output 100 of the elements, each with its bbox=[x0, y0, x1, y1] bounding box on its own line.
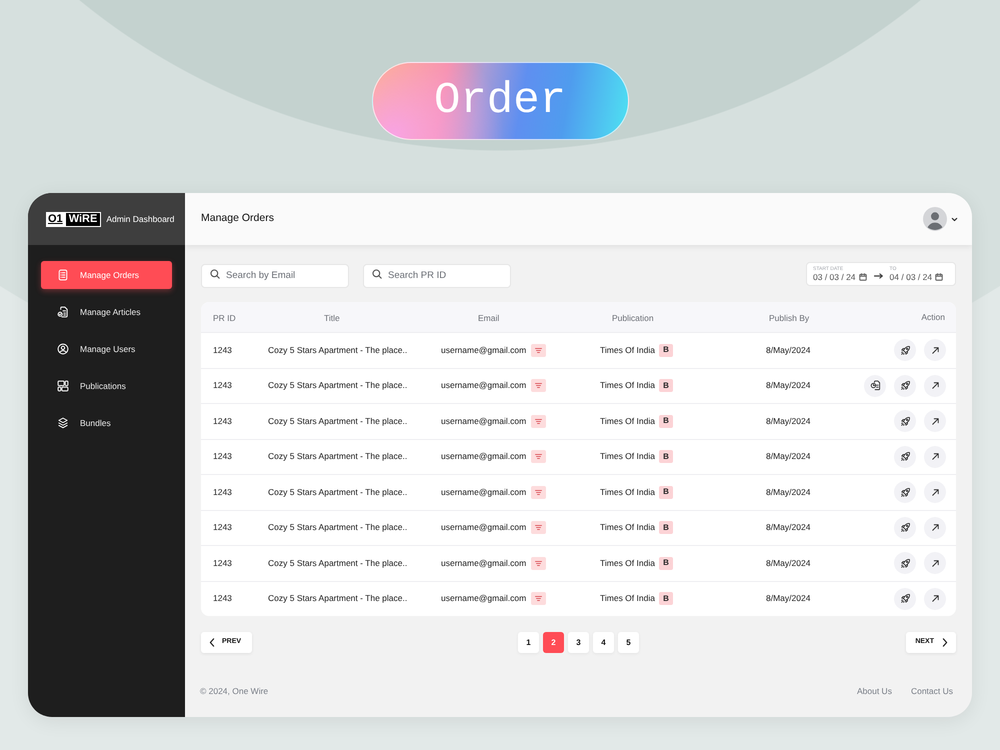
filter-icon bbox=[531, 486, 546, 499]
chevron-left-icon bbox=[209, 638, 215, 647]
page-title: Manage Orders bbox=[201, 211, 274, 226]
pr-id-cell: 1243 bbox=[213, 416, 232, 426]
search-icon bbox=[210, 269, 220, 279]
calendar-icon bbox=[858, 273, 867, 281]
open-button[interactable] bbox=[924, 374, 946, 397]
date-cell: 8/May/2024 bbox=[766, 558, 810, 568]
page-button[interactable]: 3 bbox=[568, 632, 589, 653]
email-search-field[interactable]: Search by Email bbox=[201, 264, 349, 288]
open-button[interactable] bbox=[924, 516, 946, 539]
column-header: Action bbox=[921, 310, 945, 324]
rocket-icon bbox=[900, 380, 910, 392]
rocket-icon bbox=[900, 451, 910, 462]
layers-icon bbox=[57, 417, 69, 429]
page-button[interactable]: 1 bbox=[518, 632, 539, 653]
user-circle-icon bbox=[57, 343, 69, 355]
date-cell: 8/May/2024 bbox=[766, 593, 810, 604]
publish-button[interactable] bbox=[894, 446, 916, 468]
letter-badge: B bbox=[658, 379, 673, 392]
page-button[interactable]: 4 bbox=[593, 632, 614, 653]
letter-badge: B bbox=[658, 414, 673, 428]
footer-link[interactable]: Contact Us bbox=[910, 685, 953, 698]
arrow-up-right-icon bbox=[930, 416, 940, 427]
title-cell: Cozy 5 Stars Apartment - The place.. bbox=[268, 522, 408, 532]
date-cell: 8/May/2024 bbox=[766, 416, 810, 426]
pr-id-cell: 1243 bbox=[213, 344, 232, 355]
document-check-icon bbox=[57, 306, 69, 318]
date-cell: 8/May/2024 bbox=[766, 344, 810, 355]
page-button[interactable]: 5 bbox=[618, 632, 639, 653]
rocket-icon bbox=[900, 522, 910, 534]
title-cell: Cozy 5 Stars Apartment - The place.. bbox=[268, 558, 408, 568]
publish-button[interactable] bbox=[894, 410, 916, 432]
sidebar-item[interactable]: Manage Users bbox=[41, 335, 172, 363]
rocket-icon bbox=[900, 416, 910, 427]
arrow-up-right-icon bbox=[930, 344, 940, 356]
rocket-icon bbox=[900, 486, 910, 498]
search-icon bbox=[372, 269, 382, 279]
rocket-icon bbox=[900, 558, 910, 569]
title-cell: Cozy 5 Stars Apartment - The place.. bbox=[268, 344, 408, 355]
email-cell: username@gmail.com bbox=[441, 592, 526, 606]
title-cell: Cozy 5 Stars Apartment - The place.. bbox=[268, 593, 408, 604]
column-header: Publish By bbox=[769, 313, 810, 323]
publication-cell: Times Of India bbox=[600, 592, 655, 606]
date-value: 04 / 03 / 24 bbox=[890, 272, 932, 282]
email-cell: username@gmail.com bbox=[441, 450, 526, 464]
open-button[interactable] bbox=[924, 446, 946, 468]
filter-icon bbox=[531, 379, 546, 392]
column-header: Email bbox=[478, 313, 500, 323]
publication-cell: Times Of India bbox=[600, 344, 655, 357]
layout-grid-icon bbox=[57, 380, 69, 392]
filter-icon bbox=[531, 414, 546, 428]
letter-badge: B bbox=[658, 556, 673, 570]
letter-badge: B bbox=[658, 344, 673, 357]
email-cell: username@gmail.com bbox=[441, 521, 526, 534]
title-cell: Cozy 5 Stars Apartment - The place.. bbox=[268, 416, 408, 426]
report-button[interactable] bbox=[864, 374, 886, 397]
publish-button[interactable] bbox=[894, 516, 916, 539]
filter-icon bbox=[531, 592, 546, 606]
open-button[interactable] bbox=[924, 588, 946, 610]
list-document-icon bbox=[57, 269, 69, 281]
dashboard-subtitle: Admin Dashboard bbox=[106, 212, 174, 226]
publication-cell: Times Of India bbox=[600, 379, 655, 392]
pr-id-cell: 1243 bbox=[213, 451, 232, 462]
sidebar-item[interactable]: Bundles bbox=[41, 409, 172, 437]
filter-icon bbox=[531, 556, 546, 570]
column-header: Publication bbox=[612, 313, 654, 323]
filter-icon bbox=[531, 521, 546, 534]
date-cell: 8/May/2024 bbox=[766, 522, 810, 532]
email-cell: username@gmail.com bbox=[441, 344, 526, 357]
chevron-right-icon bbox=[942, 638, 948, 647]
arrow-up-right-icon bbox=[930, 451, 940, 462]
sidebar-item[interactable]: Publications bbox=[41, 372, 172, 400]
open-button[interactable] bbox=[924, 339, 946, 362]
title-cell: Cozy 5 Stars Apartment - The place.. bbox=[268, 451, 408, 462]
pr-id-cell: 1243 bbox=[213, 593, 232, 604]
open-button[interactable] bbox=[924, 552, 946, 574]
footer-link[interactable]: About Us bbox=[856, 685, 892, 698]
copyright-text: © 2024, One Wire bbox=[200, 685, 268, 698]
publication-cell: Times Of India bbox=[600, 521, 655, 534]
sidebar-item[interactable]: Manage Articles bbox=[41, 298, 172, 326]
title-cell: Cozy 5 Stars Apartment - The place.. bbox=[268, 380, 408, 390]
arrow-up-right-icon bbox=[930, 558, 940, 569]
publish-button[interactable] bbox=[894, 588, 916, 610]
pr-id-cell: 1243 bbox=[213, 486, 232, 497]
publish-button[interactable] bbox=[894, 339, 916, 362]
user-avatar-icon bbox=[923, 207, 947, 231]
pr-search-field[interactable]: Search PR ID bbox=[363, 264, 511, 288]
column-header: PR ID bbox=[213, 313, 236, 323]
publish-button[interactable] bbox=[894, 552, 916, 574]
account-menu-button[interactable] bbox=[923, 207, 958, 231]
column-header: Title bbox=[324, 313, 340, 323]
date-cell: 8/May/2024 bbox=[766, 486, 810, 497]
letter-badge: B bbox=[658, 486, 673, 499]
logo: O1 WiRE bbox=[46, 212, 102, 226]
open-button[interactable] bbox=[924, 410, 946, 432]
open-button[interactable] bbox=[924, 481, 946, 504]
publish-button[interactable] bbox=[894, 374, 916, 397]
publish-button[interactable] bbox=[894, 481, 916, 504]
calendar-icon bbox=[935, 273, 944, 281]
